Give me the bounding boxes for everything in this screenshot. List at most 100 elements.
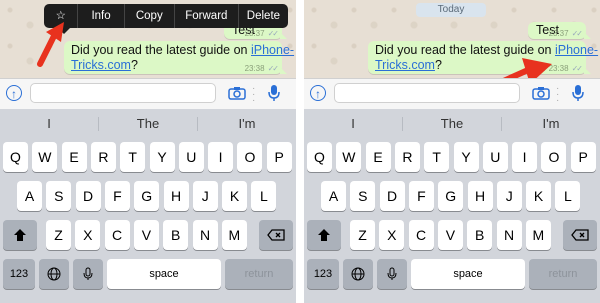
menu-item-info[interactable]: Info xyxy=(78,4,125,28)
menu-item-forward[interactable]: Forward xyxy=(175,4,239,28)
microphone-icon[interactable] xyxy=(268,84,280,102)
bubble-tail xyxy=(584,67,591,74)
message-link[interactable]: Tricks.com xyxy=(71,58,131,72)
message-link[interactable]: Tricks.com xyxy=(375,58,435,72)
key-z[interactable]: Z xyxy=(350,220,375,250)
suggestion-1[interactable]: I xyxy=(0,109,98,139)
key-g[interactable]: G xyxy=(438,181,464,211)
key-b[interactable]: B xyxy=(467,220,493,250)
backspace-key[interactable] xyxy=(563,220,597,250)
key-u[interactable]: U xyxy=(482,142,508,172)
key-h[interactable]: H xyxy=(163,181,189,211)
key-s[interactable]: S xyxy=(46,181,72,211)
key-t[interactable]: T xyxy=(120,142,146,172)
menu-item-copy[interactable]: Copy xyxy=(125,4,175,28)
key-t[interactable]: T xyxy=(424,142,450,172)
key-q[interactable]: Q xyxy=(307,142,332,172)
key-a[interactable]: A xyxy=(17,181,42,211)
key-y[interactable]: Y xyxy=(453,142,479,172)
camera-icon[interactable] xyxy=(228,86,246,100)
key-k[interactable]: K xyxy=(526,181,552,211)
key-o[interactable]: O xyxy=(237,142,263,172)
key-k[interactable]: K xyxy=(222,181,248,211)
key-s[interactable]: S xyxy=(350,181,376,211)
key-m[interactable]: M xyxy=(221,220,247,250)
globe-icon xyxy=(47,267,61,281)
return-key[interactable]: return xyxy=(529,259,597,289)
shift-key[interactable] xyxy=(3,220,37,250)
key-e[interactable]: E xyxy=(365,142,391,172)
key-x[interactable]: X xyxy=(75,220,101,250)
key-x[interactable]: X xyxy=(379,220,405,250)
message-meta: 23:37 ✓✓ xyxy=(548,29,584,38)
suggestion-2[interactable]: The xyxy=(99,109,197,139)
key-r[interactable]: R xyxy=(90,142,116,172)
suggestion-2[interactable]: The xyxy=(403,109,501,139)
message-link[interactable]: iPhone- xyxy=(555,43,598,57)
suggestion-1[interactable]: I xyxy=(304,109,402,139)
key-o[interactable]: O xyxy=(541,142,567,172)
key-v[interactable]: V xyxy=(437,220,463,250)
message-bubble-main[interactable]: Did you read the latest guide on iPhone-… xyxy=(64,41,294,74)
message-bubble-test[interactable]: Test 23:37 ✓✓ xyxy=(528,22,591,39)
key-b[interactable]: B xyxy=(163,220,189,250)
key-f[interactable]: F xyxy=(104,181,130,211)
return-key[interactable]: return xyxy=(225,259,293,289)
key-i[interactable]: I xyxy=(512,142,538,172)
key-n[interactable]: N xyxy=(192,220,218,250)
bubble-tail xyxy=(584,32,591,39)
backspace-key[interactable] xyxy=(259,220,293,250)
plus-icon[interactable]: ↑ xyxy=(310,85,326,101)
key-j[interactable]: J xyxy=(496,181,522,211)
check-icon: ✓✓ xyxy=(267,29,279,38)
suggestion-3[interactable]: I'm xyxy=(198,109,296,139)
microphone-icon[interactable] xyxy=(572,84,584,102)
camera-icon[interactable] xyxy=(532,86,550,100)
message-input[interactable] xyxy=(30,83,216,103)
key-w[interactable]: W xyxy=(336,142,362,172)
key-c[interactable]: C xyxy=(408,220,434,250)
bubble-tail xyxy=(280,32,287,39)
key-f[interactable]: F xyxy=(408,181,434,211)
key-u[interactable]: U xyxy=(178,142,204,172)
message-time: 23:37 xyxy=(244,29,265,38)
key-p[interactable]: P xyxy=(266,142,292,172)
more-dots-icon[interactable]: · · · xyxy=(252,84,255,106)
numbers-key[interactable]: 123 xyxy=(307,259,339,289)
key-g[interactable]: G xyxy=(134,181,160,211)
key-p[interactable]: P xyxy=(570,142,596,172)
suggestion-3[interactable]: I'm xyxy=(502,109,600,139)
space-key[interactable]: space xyxy=(107,259,221,289)
key-w[interactable]: W xyxy=(32,142,58,172)
key-l[interactable]: L xyxy=(251,181,277,211)
key-c[interactable]: C xyxy=(104,220,130,250)
key-r[interactable]: R xyxy=(394,142,420,172)
key-l[interactable]: L xyxy=(555,181,581,211)
space-key[interactable]: space xyxy=(411,259,525,289)
key-j[interactable]: J xyxy=(192,181,218,211)
key-n[interactable]: N xyxy=(496,220,522,250)
key-i[interactable]: I xyxy=(208,142,234,172)
numbers-key[interactable]: 123 xyxy=(3,259,35,289)
key-d[interactable]: D xyxy=(379,181,405,211)
dictation-key[interactable] xyxy=(73,259,103,289)
key-q[interactable]: Q xyxy=(3,142,28,172)
message-link[interactable]: iPhone- xyxy=(251,43,294,57)
message-input[interactable] xyxy=(334,83,520,103)
dictation-key[interactable] xyxy=(377,259,407,289)
key-e[interactable]: E xyxy=(61,142,87,172)
message-time: 23:37 xyxy=(548,29,569,38)
key-h[interactable]: H xyxy=(467,181,493,211)
globe-key[interactable] xyxy=(39,259,69,289)
menu-item-delete[interactable]: Delete xyxy=(239,4,288,28)
key-m[interactable]: M xyxy=(525,220,551,250)
key-v[interactable]: V xyxy=(133,220,159,250)
globe-key[interactable] xyxy=(343,259,373,289)
key-y[interactable]: Y xyxy=(149,142,175,172)
key-z[interactable]: Z xyxy=(46,220,71,250)
more-dots-icon[interactable]: · · · xyxy=(556,84,559,106)
shift-key[interactable] xyxy=(307,220,341,250)
key-d[interactable]: D xyxy=(75,181,101,211)
plus-icon[interactable]: ↑ xyxy=(6,85,22,101)
key-a[interactable]: A xyxy=(321,181,346,211)
